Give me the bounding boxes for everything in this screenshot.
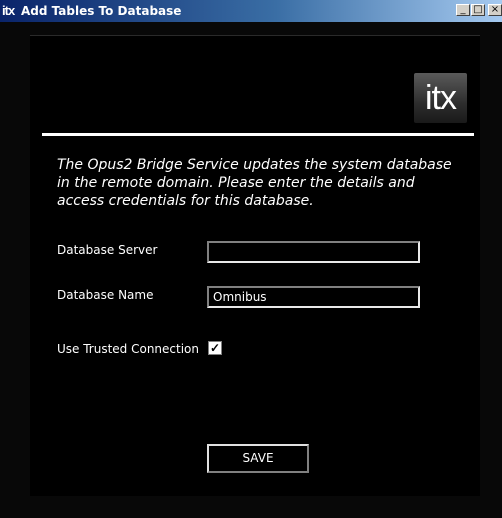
app-window: itx Add Tables To Database _ □ × itx The… [0,0,502,518]
maximize-button[interactable]: □ [471,4,485,16]
database-name-label: Database Name [57,288,154,302]
window-title: Add Tables To Database [21,4,182,18]
database-name-input[interactable]: Omnibus [207,286,420,308]
database-server-input[interactable] [207,241,420,263]
minimize-button[interactable]: _ [456,4,470,16]
title-bar[interactable]: itx Add Tables To Database _ □ × [0,0,502,22]
database-server-label: Database Server [57,243,158,257]
close-button[interactable]: × [488,4,502,16]
trusted-connection-checkbox[interactable]: ✓ [208,341,222,355]
app-icon: itx [2,3,15,18]
header-divider [42,133,474,136]
intro-text: The Opus2 Bridge Service updates the sys… [57,157,452,209]
content-panel [30,35,480,496]
save-button[interactable]: SAVE [207,444,309,473]
trusted-connection-label: Use Trusted Connection [57,342,200,356]
itx-logo: itx [414,73,467,123]
